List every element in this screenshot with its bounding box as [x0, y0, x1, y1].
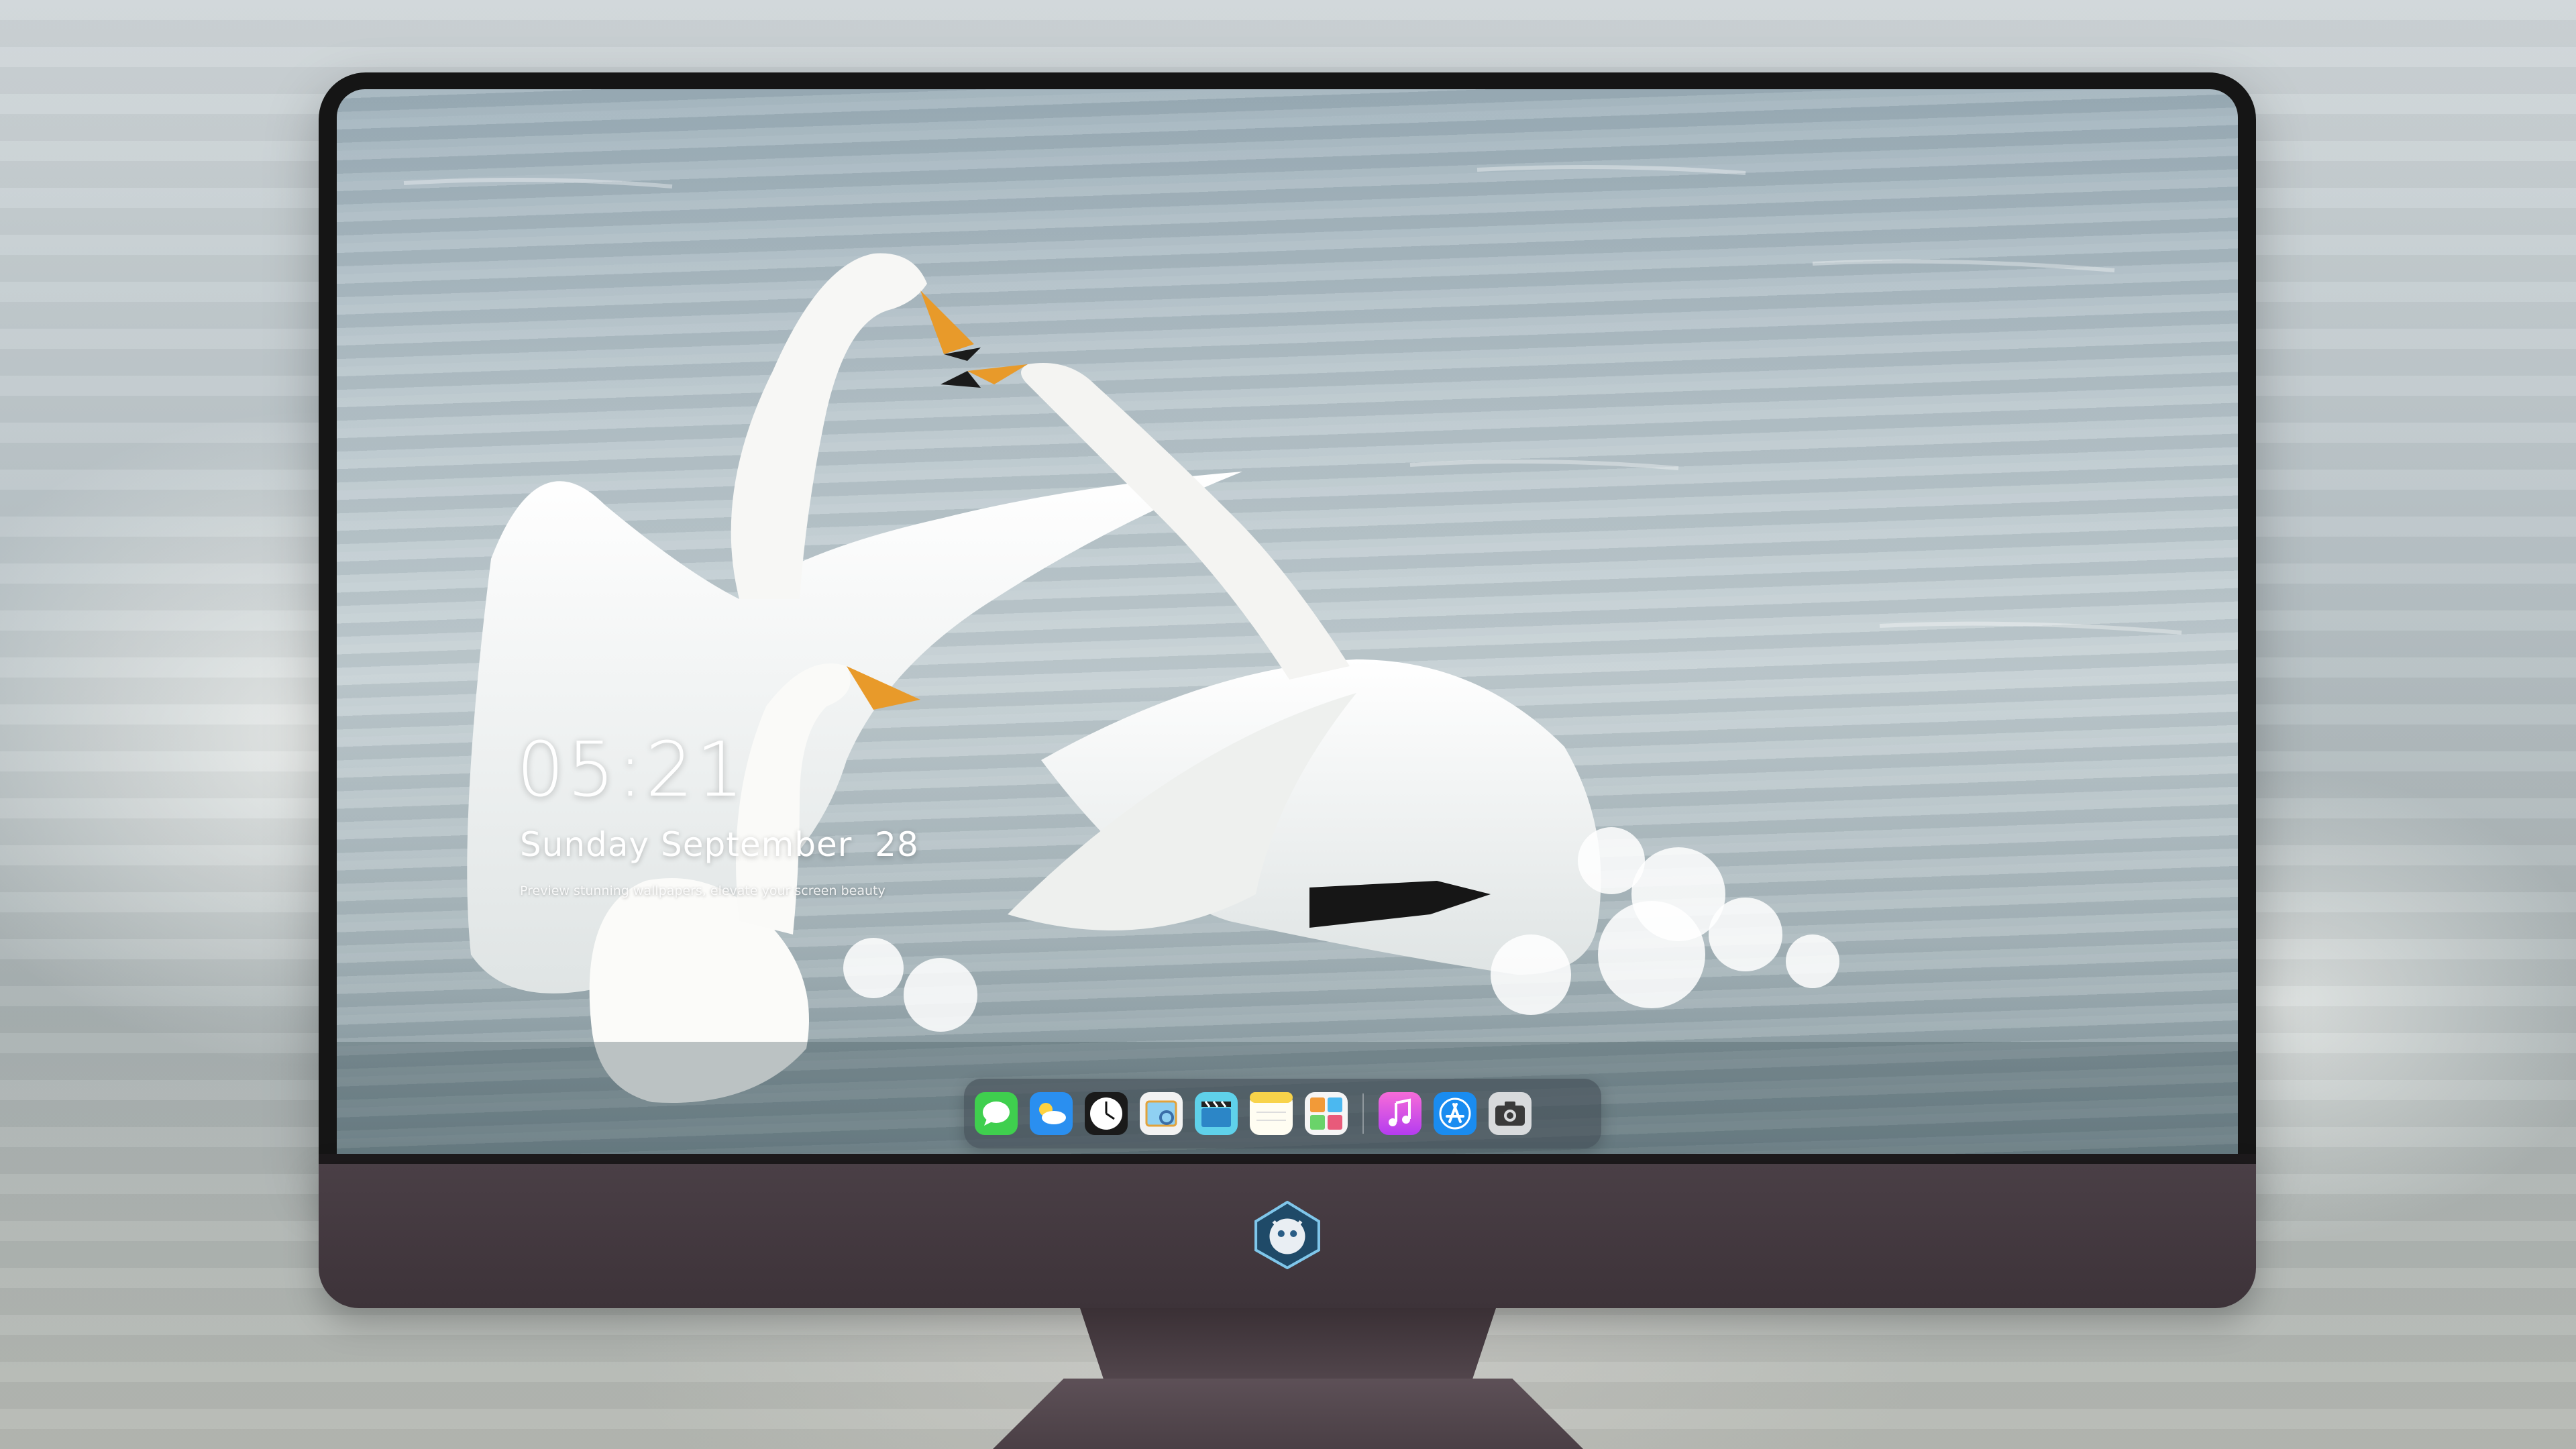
- dock-app-camera[interactable]: [1489, 1092, 1532, 1135]
- gallery-icon: [1305, 1092, 1348, 1135]
- clock-icon: [1085, 1092, 1128, 1135]
- weather-icon: [1030, 1092, 1073, 1135]
- dock-app-clips[interactable]: [1195, 1092, 1238, 1135]
- dock-separator: [1362, 1093, 1364, 1134]
- brand-logo-icon: [1254, 1201, 1320, 1269]
- monitor-stand-base: [993, 1379, 1583, 1449]
- swan-wallpaper: [337, 165, 2238, 1154]
- music-icon: [1379, 1092, 1421, 1135]
- dock-app-music[interactable]: [1379, 1092, 1421, 1135]
- lock-screen-caption: Preview stunning wallpapers, elevate you…: [520, 883, 885, 898]
- lock-screen-time: 05:21: [517, 727, 747, 814]
- dock-app-gallery[interactable]: [1305, 1092, 1348, 1135]
- dock-app-preview[interactable]: [1140, 1092, 1183, 1135]
- dock-app-messages[interactable]: [975, 1092, 1018, 1135]
- messages-icon: [975, 1092, 1018, 1135]
- dock-app-weather[interactable]: [1030, 1092, 1073, 1135]
- dock-app-app-store[interactable]: [1434, 1092, 1477, 1135]
- preview-icon: [1140, 1092, 1183, 1135]
- dock: [964, 1079, 1601, 1148]
- dock-app-notes[interactable]: [1250, 1092, 1293, 1135]
- app-store-icon: [1434, 1092, 1477, 1135]
- lock-screen-date: Sunday September 28: [520, 825, 919, 864]
- dock-app-clock[interactable]: [1085, 1092, 1128, 1135]
- desktop-screen: 05:21 Sunday September 28 Preview stunni…: [337, 89, 2238, 1154]
- clapperboard-icon: [1195, 1092, 1238, 1135]
- camera-icon: [1489, 1092, 1532, 1135]
- notes-icon: [1250, 1092, 1293, 1135]
